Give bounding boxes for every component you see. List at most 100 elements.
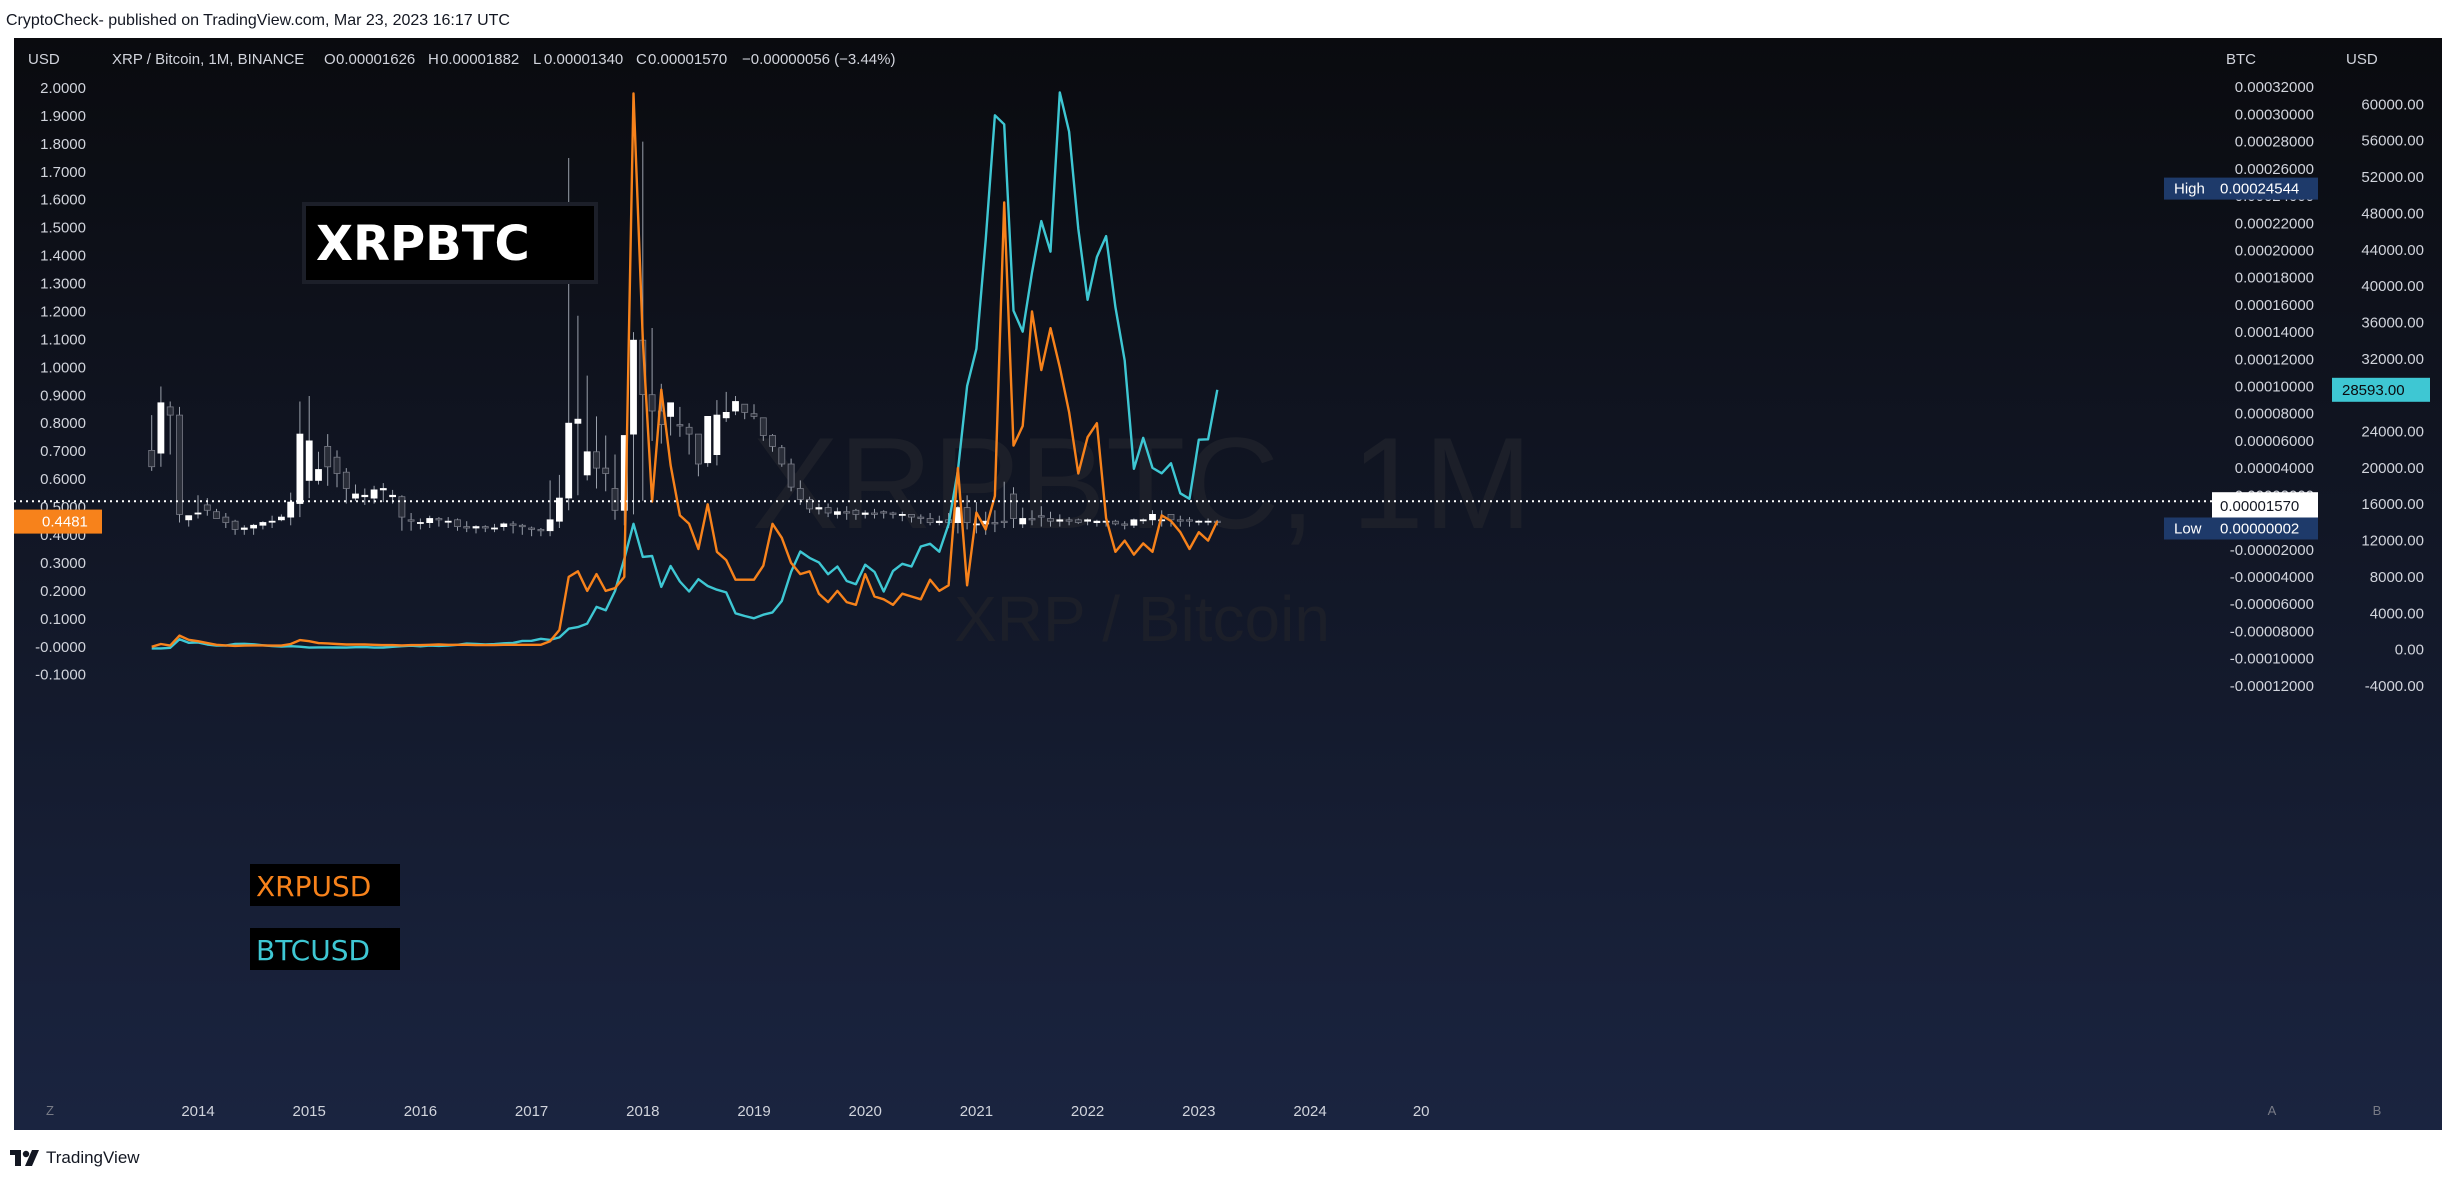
time-axis-tick: 2020: [849, 1103, 882, 1120]
candle-body: [824, 507, 832, 514]
btc-axis-ticks[interactable]: 0.00032000 0.00030000 0.00028000 0.00026000…: [2230, 79, 2314, 695]
candle-body: [852, 509, 860, 515]
candle-body: [908, 513, 915, 518]
candle-body: [333, 456, 341, 474]
scale-button-a[interactable]: A: [2268, 1103, 2277, 1118]
publisher-bar: CryptoCheck- published on TradingView.co…: [0, 0, 2442, 38]
left-axis-tick: 1.7000: [40, 164, 86, 181]
btc-axis-tick: 0.00020000: [2235, 243, 2314, 260]
watermark-main: XRPBTC, 1M: [752, 410, 1532, 556]
left-axis-tick: 1.8000: [40, 136, 86, 153]
publisher-text: CryptoCheck- published on TradingView.co…: [6, 12, 510, 29]
legend-l-value: 0.00001340: [544, 51, 623, 68]
candle-body: [361, 494, 369, 498]
left-axis-header: USD: [28, 51, 60, 68]
xrpusd-last-value: 0.4481: [42, 514, 88, 531]
candle-body: [796, 488, 804, 500]
left-axis-tick: -0.0000: [35, 639, 86, 656]
candle-body: [695, 433, 702, 465]
svg-text:XRP / Bitcoin, 1M, BINANCE: XRP / Bitcoin, 1M, BINANCE: [112, 51, 304, 68]
left-axis-tick: 0.9000: [40, 387, 86, 404]
svg-text:O 0.00001626 H: O 0.00001626 H 0.00001882 L 0.00001340 C…: [324, 51, 895, 68]
candle-body: [166, 406, 174, 416]
left-axis-tick: 1.1000: [40, 331, 86, 348]
time-axis-tick: 2018: [626, 1103, 659, 1120]
btc-axis-tick: -0.00002000: [2230, 542, 2314, 559]
candle-body: [259, 522, 267, 526]
candle-body: [704, 415, 712, 464]
chart-canvas[interactable]: XRPBTC, 1M XRP / Bitcoin XRPBTC XRPUSD B…: [14, 38, 2442, 1130]
time-axis-tick: 2019: [737, 1103, 770, 1120]
candle-body: [203, 504, 211, 511]
usd-axis-tick: 24000.00: [2361, 424, 2424, 441]
btc-axis-tick: 0.00004000: [2235, 460, 2314, 477]
scale-button-b[interactable]: B: [2373, 1103, 2382, 1118]
candle-body: [861, 512, 869, 515]
candle-body: [342, 471, 350, 489]
candle-body: [444, 520, 452, 523]
usd-axis-tick: 44000.00: [2361, 242, 2424, 259]
time-axis-tick: 2017: [515, 1103, 548, 1120]
legend-symbol-title: XRP / Bitcoin, 1M, BINANCE: [112, 51, 304, 68]
candle-body: [324, 445, 332, 468]
candle-body: [315, 469, 322, 481]
annotation-xrpbtc-text: XRPBTC: [316, 216, 530, 272]
low-value: 0.00000002: [2220, 521, 2299, 538]
candle-body: [685, 426, 693, 435]
btc-axis-tick: 0.00014000: [2235, 324, 2314, 341]
left-axis-tick: 0.7000: [40, 443, 86, 460]
left-axis-tick: 1.2000: [40, 304, 86, 321]
candle-body: [676, 424, 684, 427]
candle-body: [1130, 519, 1138, 526]
candle-body: [593, 451, 600, 469]
candle-body: [834, 511, 841, 515]
candle-body: [268, 520, 276, 523]
usd-axis-header: USD: [2346, 51, 2378, 68]
candle-body: [481, 526, 489, 529]
legend-c-label: C: [636, 51, 647, 68]
left-axis-tick: 0.8000: [40, 415, 86, 432]
candle-body: [963, 507, 971, 524]
usd-axis-tick: 60000.00: [2361, 96, 2424, 113]
candle-body: [185, 515, 193, 521]
tradingview-logo[interactable]: TradingView: [10, 1148, 140, 1168]
left-axis-tick: 1.5000: [40, 220, 86, 237]
candle-body: [1176, 519, 1184, 522]
candle-body: [602, 467, 610, 474]
btc-axis-tick: -0.00008000: [2230, 623, 2314, 640]
btc-axis-tick: 0.00010000: [2235, 379, 2314, 396]
candle-body: [611, 488, 619, 511]
candle-body: [648, 394, 656, 412]
btc-axis-tick: 0.00008000: [2235, 406, 2314, 423]
candle-body: [148, 449, 156, 468]
candle-body: [389, 494, 397, 498]
usd-axis-tick: 32000.00: [2361, 351, 2424, 368]
annotation-btcusd: BTCUSD: [250, 928, 400, 970]
candle-body: [1149, 513, 1156, 521]
candle-body: [518, 524, 526, 528]
candle-body: [491, 527, 498, 530]
btc-axis-tick: -0.00010000: [2230, 651, 2314, 668]
candle-body: [1010, 493, 1017, 519]
scale-button-z[interactable]: Z: [46, 1103, 54, 1118]
btc-axis-tick: 0.00022000: [2235, 215, 2314, 232]
legend-h-label: H: [428, 51, 439, 68]
legend-change: −0.00000056 (−3.44%): [742, 51, 895, 68]
candle-body: [926, 518, 934, 523]
xrpusd-last-tag: 0.4481: [14, 509, 102, 534]
candle-body: [176, 414, 183, 515]
left-axis-tick: 2.0000: [40, 80, 86, 97]
candle-body: [1037, 515, 1045, 518]
left-axis-tick: 1.6000: [40, 192, 86, 209]
usd-axis-tick: 40000.00: [2361, 278, 2424, 295]
candle-body: [1056, 519, 1064, 522]
candle-body: [880, 511, 888, 514]
time-axis-tick: 2021: [960, 1103, 993, 1120]
candle-body: [1000, 520, 1008, 524]
usd-axis-tick: 20000.00: [2361, 460, 2424, 477]
candle-body: [370, 489, 378, 499]
candle-body: [741, 403, 749, 413]
low-tag: Low 0.00000002: [2164, 517, 2318, 540]
candle-body: [1186, 519, 1193, 522]
candle-body: [630, 339, 637, 435]
